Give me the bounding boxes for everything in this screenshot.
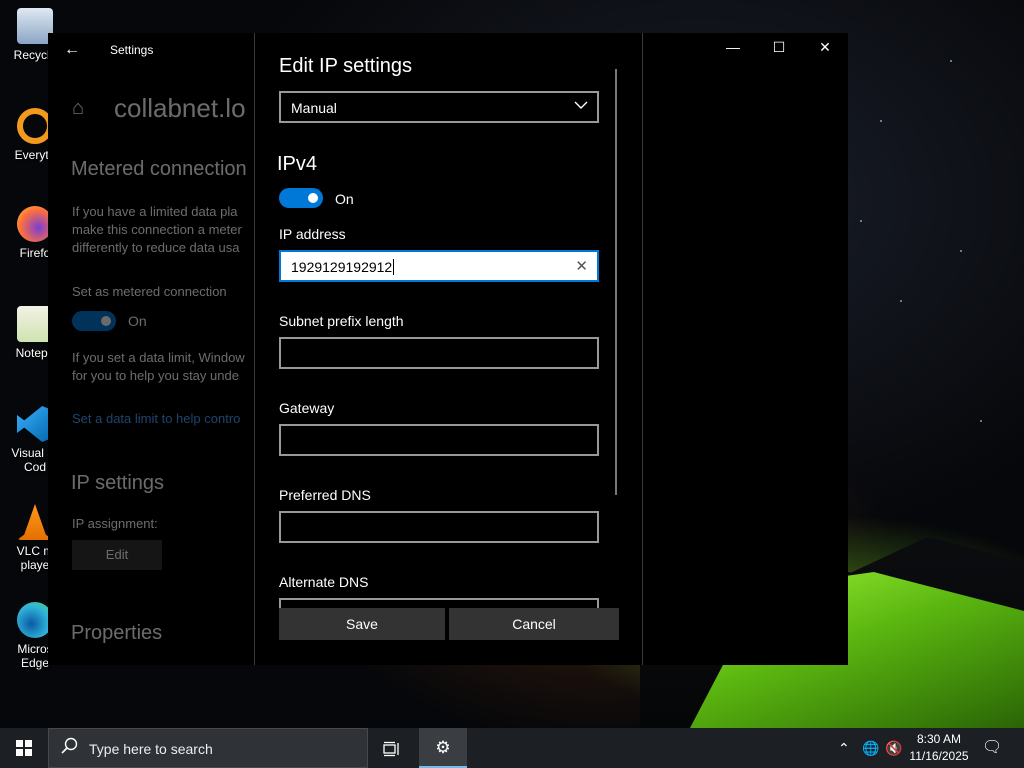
ip-assignment-label: IP assignment:	[72, 516, 158, 531]
edit-ip-button[interactable]: Edit	[72, 540, 162, 570]
page-title: collabnet.lo	[114, 93, 246, 123]
metered-heading: Metered connection	[71, 158, 247, 180]
preferred-dns-input[interactable]	[279, 511, 599, 543]
gateway-label: Gateway	[279, 400, 335, 416]
volume-muted-icon[interactable]: 🔇	[885, 728, 902, 768]
alternate-dns-label: Alternate DNS	[279, 574, 369, 590]
dialog-scrollbar[interactable]	[615, 69, 617, 495]
start-button[interactable]	[0, 728, 48, 768]
text-caret	[393, 259, 395, 275]
ip-address-text: 1929129192912	[291, 259, 393, 275]
ip-address-label: IP address	[279, 226, 346, 242]
search-placeholder: Type here to search	[89, 741, 213, 757]
metered-desc-line3: differently to reduce data usa	[72, 240, 240, 255]
maximize-button[interactable]: ☐	[756, 39, 802, 59]
ipv4-heading: IPv4	[277, 153, 318, 175]
minimize-button[interactable]: —	[710, 39, 756, 59]
home-icon[interactable]: ⌂	[72, 97, 84, 120]
ipv4-toggle-state: On	[335, 191, 354, 207]
task-view-button[interactable]	[368, 728, 416, 768]
subnet-label: Subnet prefix length	[279, 313, 404, 329]
metered-toggle-label: Set as metered connection	[72, 284, 227, 299]
dialog-title: Edit IP settings	[279, 55, 413, 77]
taskbar: Type here to search ⚙ ⌃ 🌐 🔇 8:30 AM 11/1…	[0, 728, 1024, 768]
ip-address-input[interactable]: 1929129192912 ✕	[279, 250, 599, 282]
gateway-input[interactable]	[279, 424, 599, 456]
search-icon	[61, 737, 79, 760]
ip-mode-dropdown[interactable]: Manual	[279, 91, 599, 123]
metered-toggle-state: On	[128, 313, 147, 329]
data-limit-desc-line2: for you to help you stay unde	[72, 368, 239, 383]
task-view-icon	[383, 738, 401, 757]
back-arrow-icon[interactable]: ←	[64, 41, 80, 59]
properties-heading: Properties	[71, 622, 163, 644]
toggle-knob	[308, 193, 318, 203]
clear-icon[interactable]: ✕	[575, 257, 588, 275]
metered-toggle[interactable]	[72, 311, 116, 331]
gear-icon: ⚙	[435, 738, 451, 757]
windows-logo-icon	[16, 740, 32, 756]
ip-settings-heading: IP settings	[71, 472, 165, 494]
system-clock[interactable]: 8:30 AM 11/16/2025	[906, 731, 972, 765]
ipv4-toggle[interactable]	[279, 188, 323, 208]
data-limit-desc-line1: If you set a data limit, Window	[72, 350, 245, 365]
chevron-up-icon[interactable]: ⌃	[838, 728, 850, 768]
save-button[interactable]: Save	[279, 608, 445, 640]
metered-desc-line1: If you have a limited data pla	[72, 204, 238, 219]
subnet-input[interactable]	[279, 337, 599, 369]
preferred-dns-label: Preferred DNS	[279, 487, 371, 503]
data-limit-link[interactable]: Set a data limit to help contro	[72, 411, 254, 426]
alternate-dns-input[interactable]	[279, 598, 599, 608]
chevron-down-icon	[573, 97, 589, 116]
close-button[interactable]: ✕	[802, 39, 848, 59]
ip-mode-value: Manual	[291, 100, 337, 116]
ip-address-value: 1929129192912	[291, 259, 395, 275]
taskbar-search-box[interactable]: Type here to search	[48, 728, 368, 768]
settings-window-title: Settings	[110, 43, 154, 57]
taskbar-settings-app[interactable]: ⚙	[419, 728, 467, 768]
notifications-icon[interactable]: 🗨	[982, 728, 1002, 768]
clock-date: 11/16/2025	[909, 749, 969, 763]
edit-ip-dialog: Edit IP settings Manual IPv4 On IP addre…	[254, 33, 643, 665]
clock-time: 8:30 AM	[916, 732, 962, 746]
network-globe-icon[interactable]: 🌐	[862, 728, 879, 768]
metered-desc-line2: make this connection a meter	[72, 222, 242, 237]
cancel-button[interactable]: Cancel	[449, 608, 619, 640]
